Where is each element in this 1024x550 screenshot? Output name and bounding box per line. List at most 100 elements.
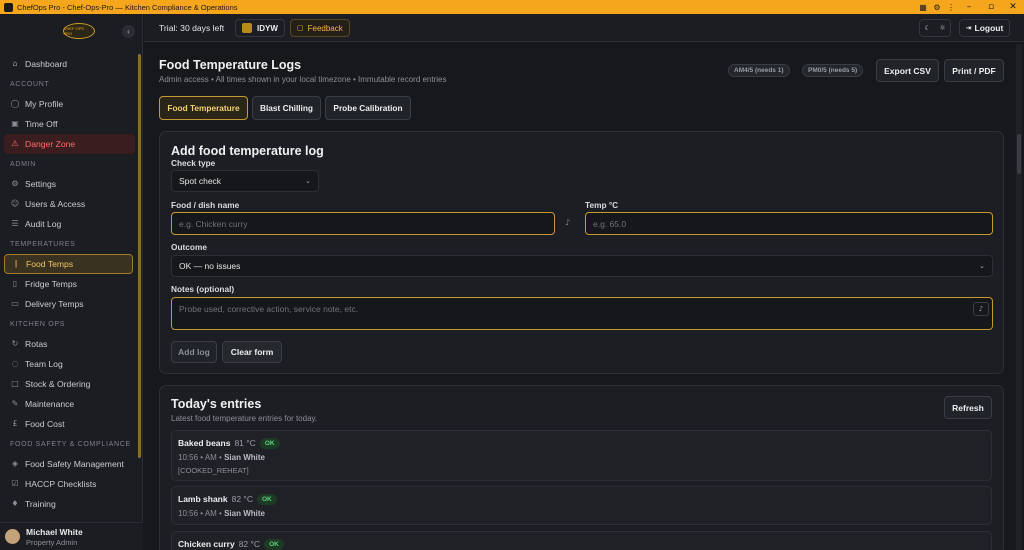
logout-icon: ⇥ [965,24,972,32]
export-csv-button[interactable]: Export CSV [876,59,939,82]
wrench-icon: ✎ [11,399,19,408]
notes-textarea[interactable]: Probe used, corrective action, service n… [171,297,993,330]
microphone-icon[interactable]: ♪ [565,218,570,227]
entry-meta: 10:56 • AM • Sian White [178,453,265,462]
sidebar-item-haccp-checklists[interactable]: ☑ HACCP Checklists [0,474,143,494]
window-controls: ▦ ⚙ ⋮ – ▫ ✕ [916,0,1024,14]
entry-dish: Lamb shank 82 °C OK [178,494,277,505]
tab-blast-chilling[interactable]: Blast Chilling [252,96,321,120]
main-scrollbar[interactable] [1016,44,1022,550]
sidebar: CHEF OPS PRO ‹ ⌂ Dashboard ACCOUNT ◯ My … [0,14,143,550]
status-badge: OK [264,539,284,550]
moon-icon[interactable]: ☾ [924,24,930,32]
sidebar-item-users-access[interactable]: ☺ Users & Access [0,194,143,214]
app-logo-icon [4,2,13,12]
sidebar-item-stock-ordering[interactable]: □ Stock & Ordering [0,374,143,394]
page-title: Food Temperature Logs [159,58,302,72]
outcome-select[interactable]: OK — no issues ⌄ [171,255,993,277]
sidebar-item-rotas[interactable]: ↻ Rotas [0,334,143,354]
sidebar-item-audit-log[interactable]: ☰ Audit Log [0,214,143,234]
user-name: Michael White [26,526,83,537]
entry-meta: 10:56 • AM • Sian White [178,509,265,518]
tab-food-temperature[interactable]: Food Temperature [159,96,248,120]
truck-icon: ▭ [11,299,19,308]
section-kitchen-ops: KITCHEN OPS [10,321,66,328]
print-pdf-button[interactable]: Print / PDF [944,59,1004,82]
list-item[interactable]: Chicken curry 82 °C OK [171,531,992,550]
sun-icon[interactable]: ☼ [939,24,945,32]
entry-temp: 82 °C [238,539,261,549]
fridge-icon: ▯ [12,279,18,288]
org-switcher[interactable]: IDYW [235,19,285,37]
feedback-button[interactable]: ▢ Feedback [290,19,350,37]
sidebar-item-food-temps[interactable]: ǀ Food Temps [4,254,133,274]
chat-icon: ◌ [11,359,19,368]
section-food-safety: FOOD SAFETY & COMPLIANCE [10,441,131,448]
users-icon: ☺ [10,199,20,208]
sidebar-item-food-safety-management[interactable]: ◈ Food Safety Management [0,454,143,474]
temp-label: Temp °C [585,200,619,210]
check-type-label: Check type [171,158,216,168]
theme-toggle[interactable]: ☾ ☼ [919,19,951,37]
sidebar-item-maintenance[interactable]: ✎ Maintenance [0,394,143,414]
sidebar-item-danger-zone[interactable]: ⚠ Danger Zone [4,134,135,154]
thermometer-icon: ǀ [14,259,18,268]
sidebar-item-settings[interactable]: ⚙ Settings [0,174,143,194]
entry-temp: 82 °C [231,494,253,504]
sidebar-item-fridge-temps[interactable]: ▯ Fridge Temps [0,274,143,294]
temp-input[interactable]: e.g. 65.0 [585,212,993,235]
top-bar: Trial: 30 days left IDYW ▢ Feedback ☾ ☼ … [144,14,1024,42]
sidebar-item-my-profile[interactable]: ◯ My Profile [0,94,143,114]
dish-name-input[interactable]: e.g. Chicken curry [171,212,555,235]
logout-button[interactable]: ⇥ Logout [959,19,1010,37]
notes-label: Notes (optional) [171,284,235,294]
add-log-form-card: Add food temperature log Check type Spot… [159,131,1004,374]
form-title: Add food temperature log [171,144,324,158]
todays-entries-card: Today's entries Latest food temperature … [159,385,1004,550]
clear-form-button[interactable]: Clear form [222,341,282,363]
collapse-sidebar-button[interactable]: ‹ [122,25,135,38]
home-icon: ⌂ [12,59,18,68]
list-item[interactable]: Baked beans 81 °C OK 10:56 • AM • Sian Whi… [171,430,992,481]
section-admin: ADMIN [10,161,37,168]
window-title: ChefOps Pro - Chef-Ops-Pro — Kitchen Com… [17,2,238,12]
calendar-icon: ▣ [11,119,19,128]
sidebar-item-time-off[interactable]: ▣ Time Off [0,114,143,134]
menu-dots-icon[interactable]: ⋮ [944,3,958,12]
sidebar-item-delivery-temps[interactable]: ▭ Delivery Temps [0,294,143,314]
add-log-button[interactable]: Add log [171,341,217,363]
pm-count-badge: PM0/5 (needs 5) [802,64,864,77]
chevron-down-icon: ⌄ [305,177,311,185]
sidebar-item-team-log[interactable]: ◌ Team Log [0,354,143,374]
user-profile[interactable]: Michael White Property Admin [0,522,143,550]
microphone-icon[interactable]: ♪ [973,302,989,316]
refresh-button[interactable]: Refresh [944,396,992,419]
check-type-select[interactable]: Spot check ⌄ [171,170,319,192]
sidebar-item-dashboard[interactable]: ⌂ Dashboard [0,54,143,74]
box-icon: □ [11,379,19,388]
sidebar-item-training[interactable]: ♦ Training [0,494,143,514]
status-badge: OK [256,494,277,505]
section-temperatures: TEMPERATURES [10,241,76,248]
tab-probe-calibration[interactable]: Probe Calibration [325,96,411,120]
shield-icon: ◈ [11,459,19,468]
brand-logo[interactable]: CHEF OPS PRO [62,23,95,39]
puzzle-icon[interactable]: ⚙ [930,3,944,12]
maximize-icon[interactable]: ▫ [980,2,1002,12]
entry-tag: [COOKED_REHEAT] [178,466,249,475]
main-scrollbar-thumb[interactable] [1017,134,1021,174]
pound-icon: £ [12,419,18,428]
minimize-icon[interactable]: – [958,2,980,12]
list-item[interactable]: Lamb shank 82 °C OK 10:56 • AM • Sian Whit… [171,486,992,525]
am-count-badge: AM4/5 (needs 1) [728,64,790,77]
sidebar-item-food-cost[interactable]: £ Food Cost [0,414,143,434]
extension-icon[interactable]: ▦ [916,3,930,12]
close-icon[interactable]: ✕ [1002,2,1024,12]
logo-row: CHEF OPS PRO ‹ [0,14,142,48]
chevron-down-icon: ⌄ [979,262,985,270]
entries-title: Today's entries [171,397,262,411]
org-badge-icon [242,23,252,33]
section-account: ACCOUNT [10,81,50,88]
checklist-icon: ☑ [11,479,19,488]
sidebar-scrollbar[interactable] [138,54,141,458]
